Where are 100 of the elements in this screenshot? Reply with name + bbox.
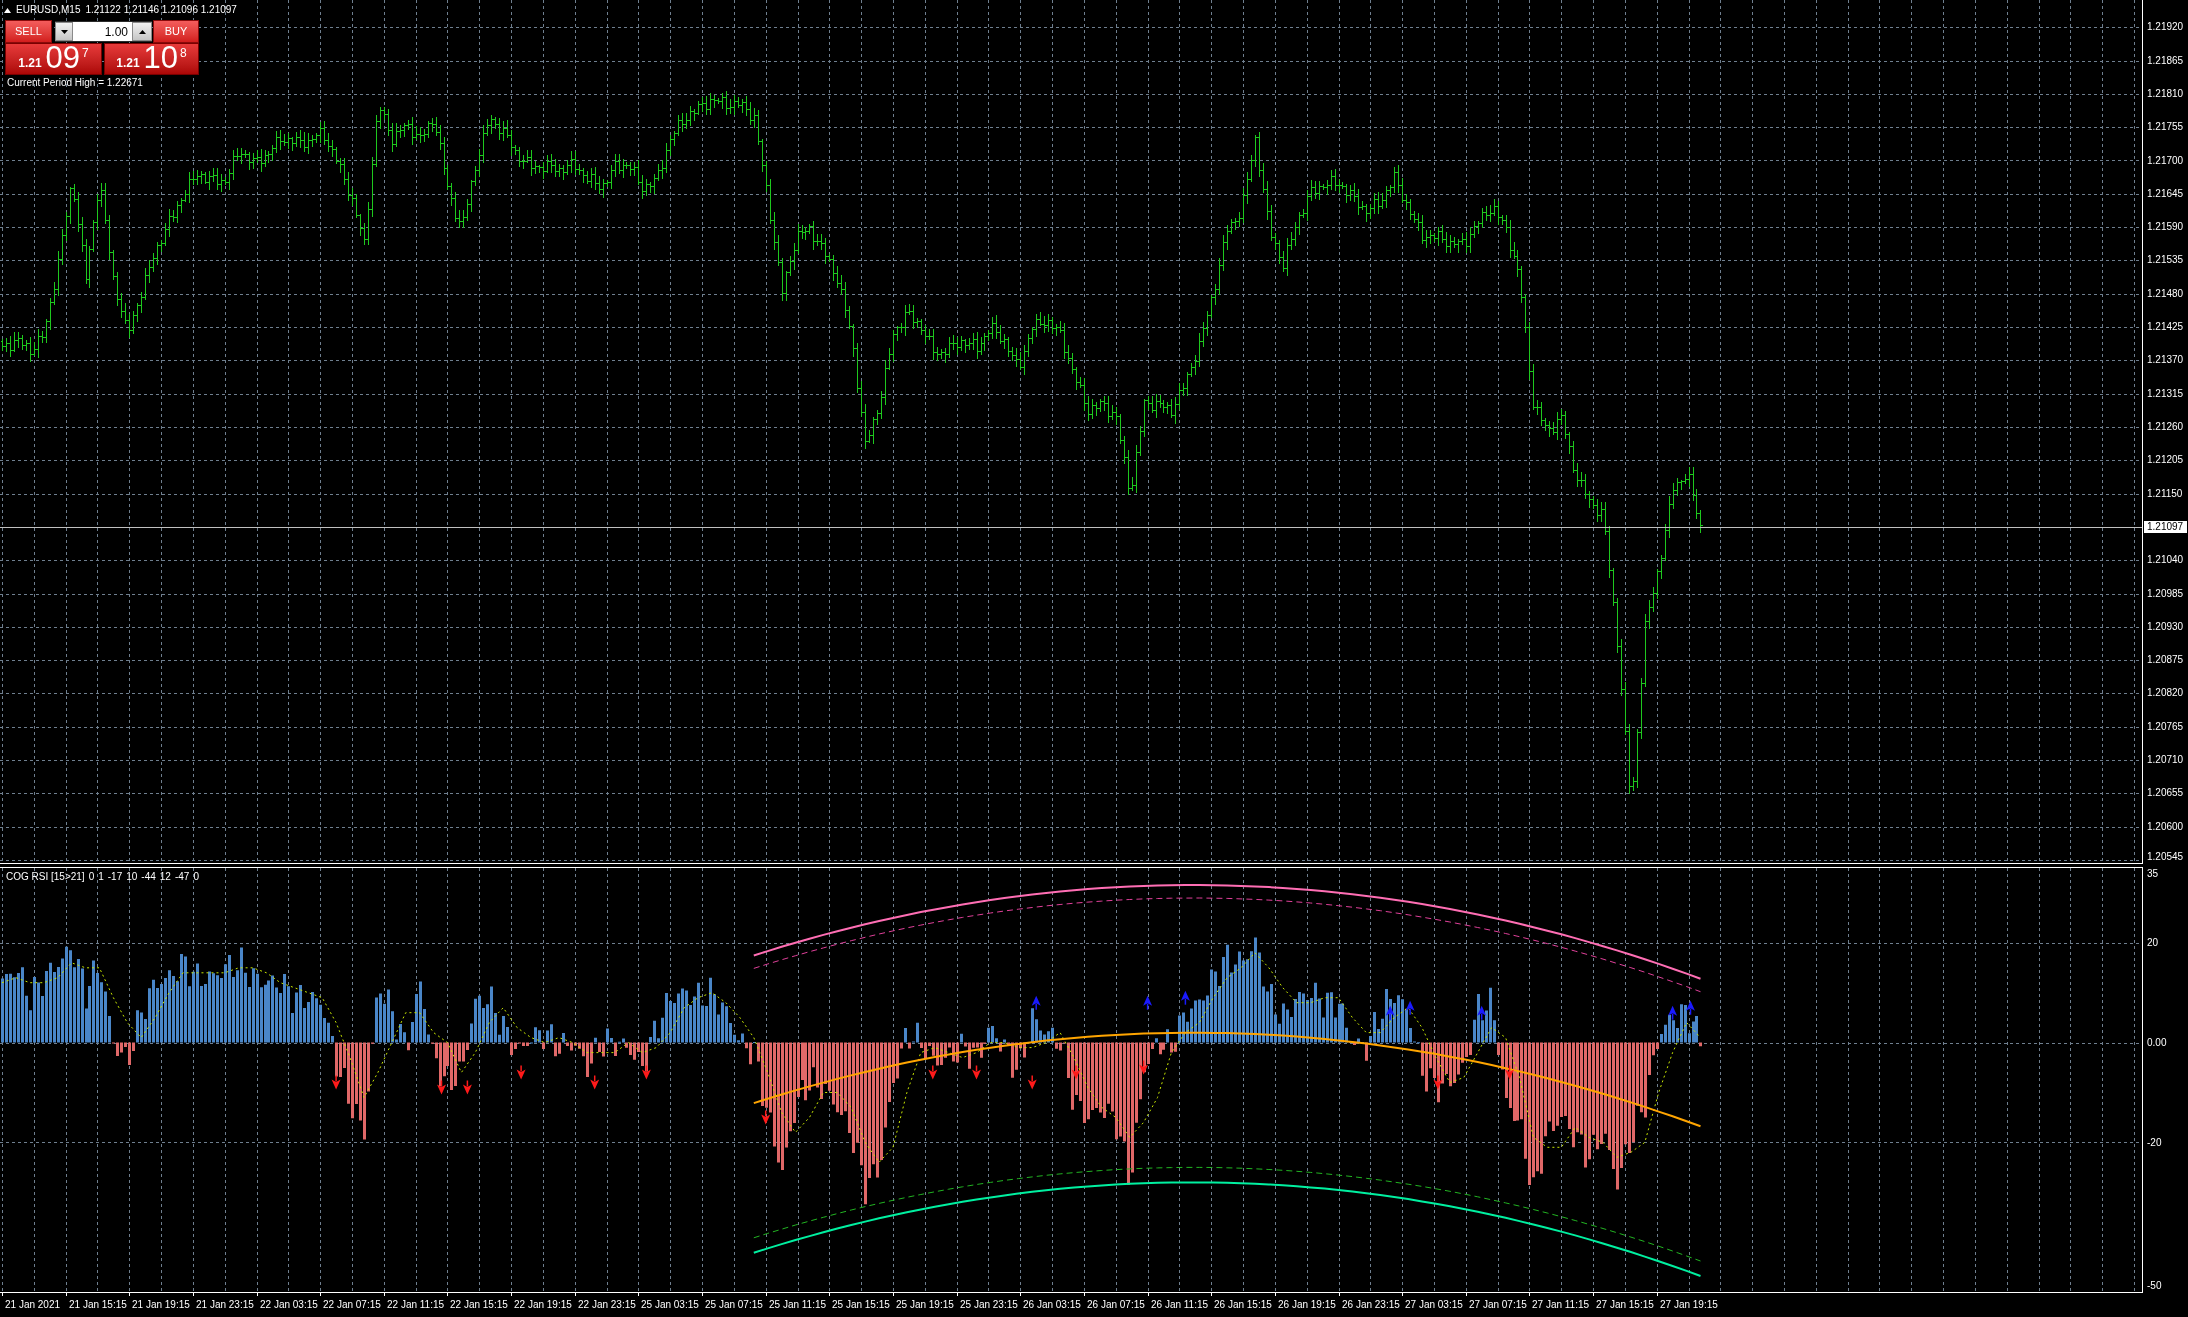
price-axis-label: 1.21260 [2147, 421, 2184, 433]
up-arrow-icon [1180, 990, 1190, 1006]
time-axis-label: 21 Jan 2021 [5, 1299, 61, 1311]
time-axis-label: 26 Jan 15:15 [1214, 1299, 1272, 1311]
down-arrow-icon [590, 1074, 600, 1090]
time-axis-label: 25 Jan 07:15 [705, 1299, 763, 1311]
time-axis-label: 22 Jan 07:15 [323, 1299, 381, 1311]
up-arrow-icon [1405, 1000, 1415, 1016]
time-axis-label: 21 Jan 15:15 [69, 1299, 127, 1311]
down-arrow-icon [1071, 1064, 1081, 1080]
price-axis-label: 1.20820 [2147, 687, 2184, 700]
down-arrow-icon [972, 1064, 981, 1080]
volume-field[interactable]: 1.00 [73, 22, 132, 41]
indicator-value: -47 [174, 871, 190, 883]
price-axis-label: 1.21865 [2147, 54, 2184, 67]
price-axis-label: 1.21205 [2147, 454, 2184, 467]
down-arrow-icon [516, 1064, 526, 1080]
price-axis-label: 1.20930 [2147, 620, 2184, 633]
price-axis-label: 1.20655 [2147, 787, 2184, 800]
price-axis-label: 1.20875 [2147, 654, 2184, 667]
time-axis-label: 22 Jan 03:15 [260, 1299, 318, 1311]
up-arrow-icon [1668, 1005, 1678, 1021]
triangle-icon[interactable] [4, 7, 11, 13]
indicator-axis-label: 35 [2147, 868, 2159, 880]
time-axis-label: 27 Jan 15:15 [1596, 1299, 1654, 1311]
time-axis-label: 26 Jan 19:15 [1278, 1299, 1336, 1311]
price-axis-label: 1.20710 [2147, 754, 2184, 766]
price-axis-label: 1.21040 [2147, 554, 2184, 567]
time-axis-label: 25 Jan 11:15 [769, 1299, 827, 1311]
time-axis-label: 25 Jan 15:15 [832, 1299, 890, 1311]
time-axis-label: 26 Jan 11:15 [1151, 1299, 1209, 1311]
down-arrow-icon [1433, 1074, 1443, 1090]
buy-button[interactable]: BUY [153, 20, 199, 43]
up-arrow-icon [1477, 1005, 1487, 1021]
up-arrow-icon [1686, 1000, 1695, 1016]
time-axis-label: 25 Jan 23:15 [960, 1299, 1018, 1311]
indicator-value: 1 [98, 871, 104, 883]
down-arrow-icon [462, 1079, 472, 1095]
down-arrow-icon [331, 1074, 341, 1090]
time-axis-label: 25 Jan 03:15 [641, 1299, 699, 1311]
up-arrow-icon [1031, 995, 1041, 1011]
down-arrow-icon [1139, 1059, 1149, 1075]
time-axis-label: 26 Jan 03:15 [1023, 1299, 1081, 1311]
indicator-value: 10 [126, 871, 138, 883]
time-axis-label: 27 Jan 11:15 [1532, 1299, 1590, 1311]
time-axis-label: 22 Jan 19:15 [514, 1299, 572, 1311]
sell-button[interactable]: SELL [5, 20, 52, 43]
down-arrow-icon [761, 1109, 771, 1125]
price-axis-label: 1.21480 [2147, 287, 2184, 300]
down-arrow-icon [928, 1064, 938, 1080]
step-up-button[interactable] [132, 22, 152, 41]
time-axis-label: 26 Jan 23:15 [1342, 1299, 1400, 1311]
price-axis-label: 1.21920 [2147, 21, 2184, 34]
time-axis-label: 21 Jan 19:15 [132, 1299, 190, 1311]
caret-up-icon [138, 29, 146, 34]
time-axis-label: 22 Jan 15:15 [450, 1299, 508, 1311]
price-axis-label: 1.21370 [2147, 354, 2184, 367]
up-arrow-icon [1143, 995, 1153, 1011]
price-axis-label: 1.21150 [2147, 487, 2183, 500]
caret-down-icon [60, 29, 68, 34]
indicator-axis-label: -20 [2147, 1137, 2162, 1149]
time-axis-label: 25 Jan 19:15 [896, 1299, 954, 1311]
price-axis-label: 1.21645 [2147, 187, 2184, 200]
price-axis-label: 1.21810 [2147, 87, 2184, 100]
price-axis-label: 1.21755 [2147, 121, 2184, 134]
time-axis-label: 27 Jan 19:15 [1660, 1299, 1718, 1311]
time-axis-label: 27 Jan 07:15 [1469, 1299, 1527, 1311]
price-axis-label: 1.21590 [2147, 221, 2184, 234]
indicator-axis-label: 0.00 [2147, 1037, 2167, 1049]
period-high-label: Current Period High = 1.22671 [7, 77, 143, 89]
price-axis-label: 1.20600 [2147, 820, 2184, 833]
down-arrow-icon [1027, 1074, 1037, 1090]
price-axis-label: 1.21425 [2147, 321, 2184, 333]
chart-symbol: EURUSD,M15 [16, 4, 81, 16]
step-down-button[interactable] [55, 22, 73, 41]
time-axis-label: 21 Jan 23:15 [196, 1299, 254, 1311]
down-arrow-icon [1505, 1064, 1514, 1080]
indicator-name: COG RSI [15>21] [6, 871, 85, 883]
time-axis-label: 27 Jan 03:15 [1405, 1299, 1463, 1311]
indicator-value: 0 [193, 871, 199, 883]
down-arrow-icon [641, 1064, 651, 1080]
current-price-label: 1.21097 [2144, 520, 2187, 533]
indicator-value: -17 [107, 871, 123, 883]
price-axis-label: 1.21315 [2147, 387, 2184, 400]
indicator-value: -44 [141, 871, 156, 883]
down-arrow-icon [437, 1079, 446, 1095]
price-axis-label: 1.20985 [2147, 587, 2184, 600]
price-axis-label: 1.20765 [2147, 720, 2184, 733]
time-axis-label: 22 Jan 11:15 [387, 1299, 445, 1311]
price-axis-label: 1.20545 [2147, 851, 2184, 863]
time-axis-label: 26 Jan 07:15 [1087, 1299, 1145, 1311]
indicator-axis-label: -50 [2147, 1280, 2162, 1292]
ohlc-values: 1.21122 1.21146 1.21096 1.21097 [85, 4, 237, 16]
up-arrow-icon [1385, 1005, 1395, 1021]
price-axis-label: 1.21535 [2147, 254, 2184, 267]
price-axis-label: 1.21700 [2147, 154, 2184, 167]
indicator-value: 12 [159, 871, 171, 883]
indicator-axis-label: 20 [2147, 937, 2159, 949]
indicator-value: 0 [88, 871, 95, 883]
time-axis-label: 22 Jan 23:15 [578, 1299, 636, 1311]
